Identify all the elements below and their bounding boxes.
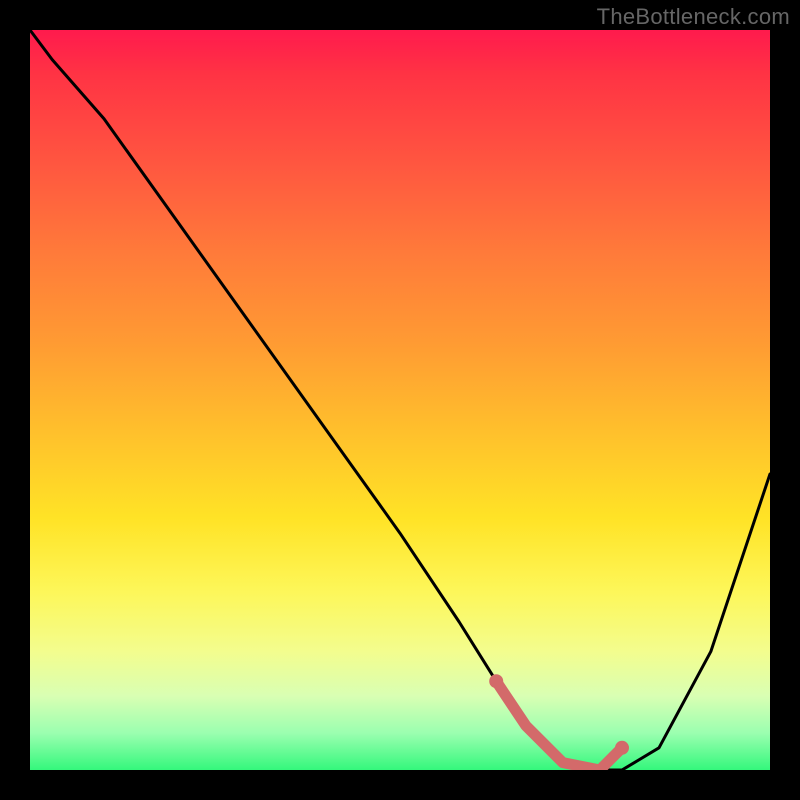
plot-area: [30, 30, 770, 770]
optimal-zone-endpoint: [489, 674, 503, 688]
optimal-zone-path: [496, 681, 622, 770]
curve-layer: [30, 30, 770, 770]
optimal-zone-dots: [489, 674, 629, 755]
optimal-zone-endpoint: [615, 741, 629, 755]
chart-frame: TheBottleneck.com: [0, 0, 800, 800]
bottleneck-curve-path: [30, 30, 770, 770]
watermark-text: TheBottleneck.com: [597, 4, 790, 30]
